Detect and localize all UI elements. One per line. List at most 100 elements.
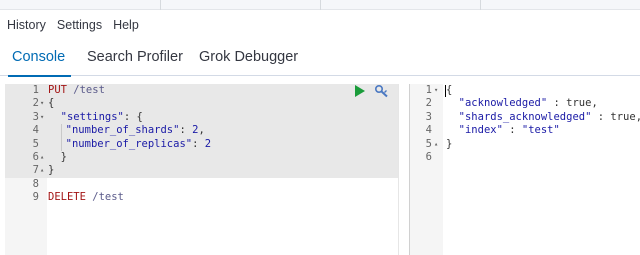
line-number: 1 <box>425 84 432 96</box>
request-line: 9 DELETE /test <box>5 191 398 204</box>
code-text: { <box>48 97 54 110</box>
response-line: 4 "index" : "test" <box>410 124 640 137</box>
line-number: 5 <box>425 137 432 150</box>
strip-divider <box>480 0 481 10</box>
request-lines: 1 PUT /test 2 ▾{3 ▾ "settings": {4 "number_o… <box>5 84 398 205</box>
code-text: "index" : "test" <box>446 124 560 137</box>
request-line: 1 PUT /test <box>5 84 398 98</box>
line-number: 4 <box>425 124 432 137</box>
indent-guide <box>60 137 62 151</box>
line-number: 6 <box>425 150 432 163</box>
response-editor: 1 ▾{2 "acknowledged" : true, 3 "shards_ack… <box>410 84 640 255</box>
fold-toggle-icon[interactable]: ▴ <box>434 138 438 151</box>
code-token: "acknowledged" <box>458 97 548 110</box>
tab-console[interactable]: Console <box>7 38 72 77</box>
fold-toggle-icon[interactable]: ▴ <box>40 151 44 164</box>
code-token: true <box>610 110 636 123</box>
line-number: 3 <box>425 110 432 123</box>
line-number: 7 <box>32 164 39 177</box>
top-strip <box>0 0 640 10</box>
fold-toggle-icon[interactable]: ▾ <box>40 97 44 110</box>
request-line: 8 <box>5 178 398 191</box>
code-token: "test" <box>521 124 560 137</box>
code-token: } <box>48 164 55 177</box>
response-line: 6 <box>410 151 640 164</box>
request-line: 2 ▾ { <box>5 97 398 111</box>
line-number: 9 <box>32 191 39 204</box>
code-text: "number_of_replicas": 2 <box>48 137 212 151</box>
request-line: 3 ▾ "settings": { <box>5 110 398 125</box>
menu-bar: History Settings Help <box>0 14 143 36</box>
code-token: "settings" <box>60 110 124 123</box>
code-token: } <box>446 137 453 150</box>
code-token: : { <box>123 110 143 123</box>
code-text: } <box>48 151 67 164</box>
code-token: , <box>591 97 598 110</box>
request-editor[interactable]: 1 PUT /test 2 ▾{3 ▾ "settings": {4 "number_o… <box>5 84 398 255</box>
line-number: 8 <box>32 177 39 190</box>
code-token: true <box>566 97 592 110</box>
line-number: 5 <box>32 137 39 150</box>
code-token: { <box>446 84 453 96</box>
line-number: 6 <box>32 150 39 163</box>
strip-divider <box>160 0 161 10</box>
code-token: 2 <box>204 137 212 150</box>
code-token: : <box>502 124 522 137</box>
play-icon[interactable] <box>355 85 365 97</box>
request-line: 7 ▴} <box>5 164 398 178</box>
code-text: DELETE /test <box>48 191 124 204</box>
menu-settings[interactable]: Settings <box>57 18 102 32</box>
fold-toggle-icon[interactable]: ▴ <box>40 164 44 177</box>
code-text: "shards_acknowledged" : true, <box>446 111 640 124</box>
indent-guide <box>60 124 62 138</box>
code-text: "settings": { <box>48 111 143 124</box>
fold-toggle-icon[interactable]: ▾ <box>434 84 438 97</box>
fold-toggle-icon[interactable]: ▾ <box>40 111 44 124</box>
line-number: 1 <box>32 84 39 96</box>
menu-help[interactable]: Help <box>113 18 139 32</box>
line-number: 3 <box>32 110 39 123</box>
code-token: } <box>60 150 67 163</box>
code-text: { <box>446 84 452 97</box>
menu-history[interactable]: History <box>7 18 46 32</box>
code-token: PUT <box>48 84 67 96</box>
code-text: "number_of_shards": 2, <box>48 124 205 138</box>
code-token: , <box>198 124 205 137</box>
code-token: "number_of_shards" <box>65 124 180 137</box>
text-cursor <box>445 85 446 97</box>
strip-divider <box>320 0 321 10</box>
code-token: : <box>179 124 193 137</box>
code-token: : <box>547 97 567 110</box>
tab-grok-debugger[interactable]: Grok Debugger <box>199 38 298 76</box>
code-text: PUT /test <box>48 84 105 97</box>
code-token: DELETE <box>48 191 86 204</box>
line-number: 2 <box>32 97 39 110</box>
code-text: } <box>48 164 54 177</box>
code-token: : <box>591 110 611 123</box>
code-token: /test <box>66 84 105 96</box>
line-number: 2 <box>425 97 432 110</box>
response-line: 5 ▴} <box>410 138 640 151</box>
code-token: "shards_acknowledged" <box>458 110 592 123</box>
response-line: 3 "shards_acknowledged" : true, <box>410 111 640 124</box>
tab-search-profiler[interactable]: Search Profiler <box>87 38 183 76</box>
tab-bar: Console Search Profiler Grok Debugger <box>0 38 640 77</box>
code-text: "acknowledged" : true, <box>446 97 598 110</box>
request-line: 5 "number_of_replicas": 2 <box>5 137 398 151</box>
code-token: { <box>48 97 55 110</box>
response-line: 2 "acknowledged" : true, <box>410 97 640 110</box>
code-token: "index" <box>458 124 503 137</box>
code-token: "number_of_replicas" <box>65 137 193 150</box>
wrench-icon[interactable] <box>374 84 390 98</box>
code-token: : <box>192 137 205 150</box>
request-line: 4 "number_of_shards": 2, <box>5 124 398 138</box>
editor-divider <box>398 84 399 255</box>
code-text: } <box>446 138 452 151</box>
